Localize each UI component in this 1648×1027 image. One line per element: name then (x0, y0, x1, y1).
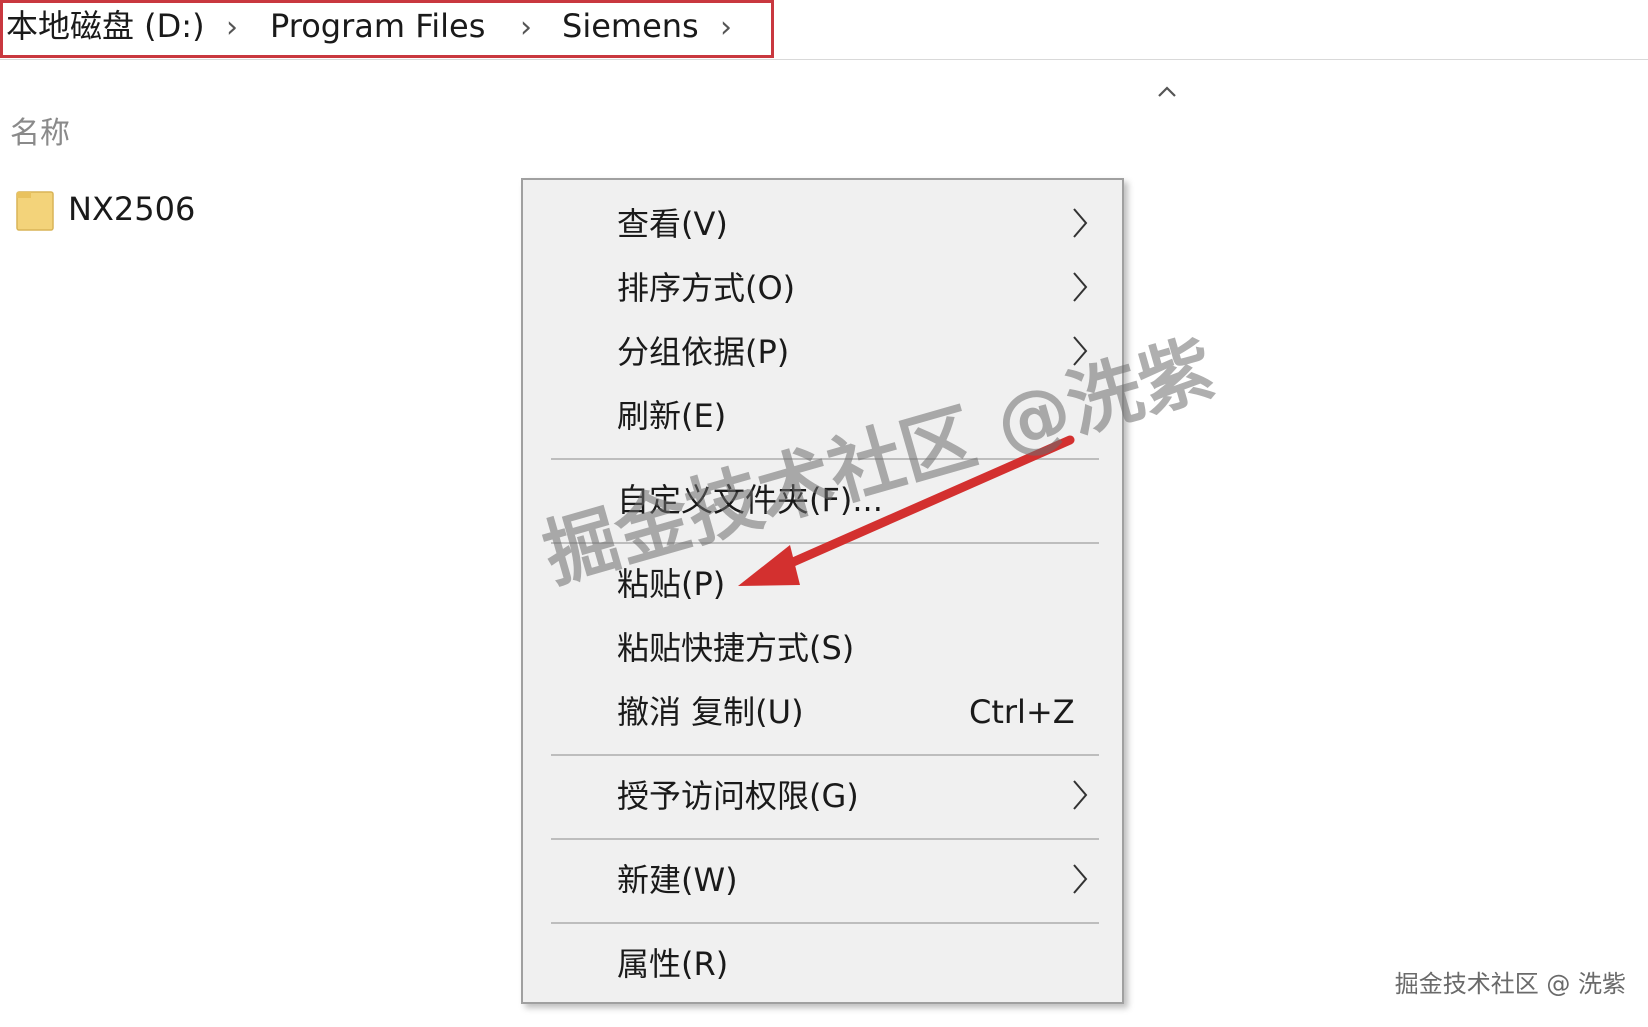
menu-item-paste-shortcut[interactable]: 粘贴快捷方式(S) (617, 628, 854, 668)
undo-shortcut-label: Ctrl+Z (969, 693, 1075, 731)
column-header-name[interactable]: 名称 (10, 108, 70, 152)
menu-item-view[interactable]: 查看(V) (617, 204, 728, 244)
list-item[interactable]: NX2506 (16, 186, 416, 236)
menu-item-paste[interactable]: 粘贴(P) (617, 564, 725, 604)
breadcrumb-item-siemens[interactable]: Siemens (562, 6, 699, 46)
submenu-arrow-icon (1073, 336, 1088, 366)
chevron-right-icon[interactable]: › (720, 8, 732, 48)
menu-item-customize-folder[interactable]: 自定义文件夹(F)... (617, 480, 883, 520)
menu-item-undo-copy[interactable]: 撤消 复制(U) (617, 692, 804, 732)
menu-item-give-access[interactable]: 授予访问权限(G) (617, 776, 859, 816)
submenu-arrow-icon (1073, 208, 1088, 238)
submenu-arrow-icon (1073, 864, 1088, 894)
menu-separator (551, 922, 1099, 924)
breadcrumb-item-program-files[interactable]: Program Files (270, 6, 485, 46)
folder-name: NX2506 (68, 190, 196, 228)
chevron-up-icon[interactable] (1155, 80, 1179, 104)
watermark-corner: 掘金技术社区 @ 洗紫 (1394, 970, 1626, 998)
chevron-right-icon[interactable]: › (226, 8, 238, 48)
menu-separator (551, 838, 1099, 840)
breadcrumb: 本地磁盘 (D:) › Program Files › Siemens › (0, 0, 1648, 60)
menu-item-group-by[interactable]: 分组依据(P) (617, 332, 789, 372)
folder-icon (16, 191, 54, 231)
submenu-arrow-icon (1073, 272, 1088, 302)
menu-separator (551, 458, 1099, 460)
menu-item-refresh[interactable]: 刷新(E) (617, 396, 726, 436)
menu-separator (551, 542, 1099, 544)
menu-item-new[interactable]: 新建(W) (617, 860, 738, 900)
chevron-right-icon[interactable]: › (520, 8, 532, 48)
menu-item-sort-by[interactable]: 排序方式(O) (617, 268, 795, 308)
breadcrumb-item-local-disk[interactable]: 本地磁盘 (D:) (6, 6, 205, 46)
submenu-arrow-icon (1073, 780, 1088, 810)
menu-item-properties[interactable]: 属性(R) (617, 944, 728, 984)
menu-separator (551, 754, 1099, 756)
context-menu: 查看(V) 排序方式(O) 分组依据(P) 刷新(E) 自定义文件夹(F)...… (521, 178, 1124, 1004)
